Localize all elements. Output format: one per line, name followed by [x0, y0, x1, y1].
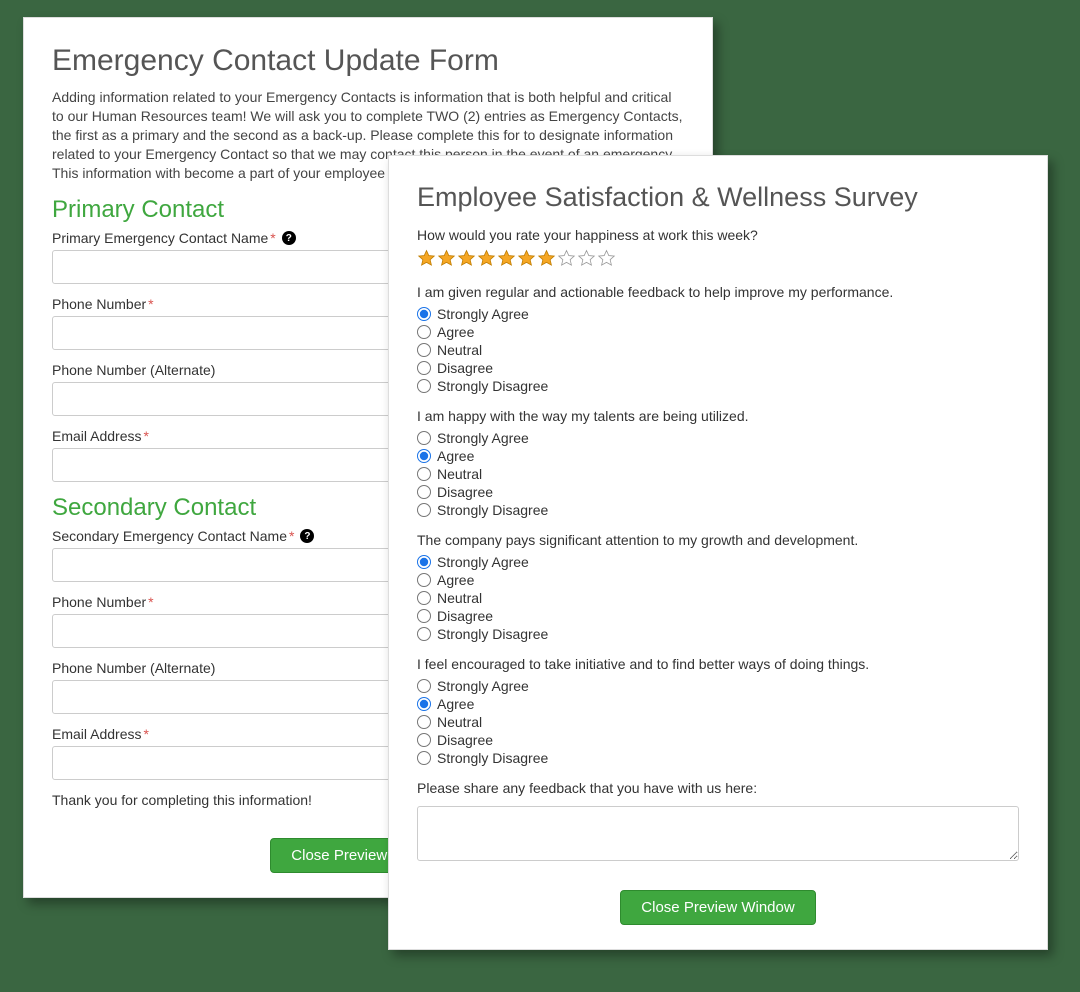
- option-label: Neutral: [437, 714, 482, 730]
- star-filled-icon[interactable]: [457, 249, 476, 268]
- option-label: Strongly Agree: [437, 430, 529, 446]
- likert-option[interactable]: Agree: [417, 572, 1019, 588]
- radio-input[interactable]: [417, 609, 431, 623]
- radio-input[interactable]: [417, 697, 431, 711]
- likert-option[interactable]: Disagree: [417, 608, 1019, 624]
- likert-option[interactable]: Strongly Agree: [417, 554, 1019, 570]
- option-label: Agree: [437, 448, 474, 464]
- likert-option[interactable]: Strongly Disagree: [417, 502, 1019, 518]
- star-filled-icon[interactable]: [497, 249, 516, 268]
- option-label: Strongly Agree: [437, 306, 529, 322]
- radio-input[interactable]: [417, 627, 431, 641]
- form-title: Emergency Contact Update Form: [52, 44, 684, 78]
- help-icon[interactable]: ?: [300, 529, 314, 543]
- radio-input[interactable]: [417, 591, 431, 605]
- survey-title: Employee Satisfaction & Wellness Survey: [417, 182, 1019, 213]
- option-label: Strongly Agree: [437, 554, 529, 570]
- likert-option[interactable]: Strongly Agree: [417, 430, 1019, 446]
- likert-question: The company pays significant attention t…: [417, 532, 1019, 642]
- likert-option[interactable]: Strongly Disagree: [417, 750, 1019, 766]
- likert-option[interactable]: Disagree: [417, 484, 1019, 500]
- radio-input[interactable]: [417, 679, 431, 693]
- option-label: Strongly Disagree: [437, 502, 548, 518]
- option-label: Strongly Disagree: [437, 750, 548, 766]
- radio-input[interactable]: [417, 485, 431, 499]
- option-label: Strongly Disagree: [437, 378, 548, 394]
- option-label: Neutral: [437, 342, 482, 358]
- star-filled-icon[interactable]: [417, 249, 436, 268]
- radio-input[interactable]: [417, 361, 431, 375]
- option-label: Agree: [437, 324, 474, 340]
- radio-input[interactable]: [417, 431, 431, 445]
- option-label: Disagree: [437, 732, 493, 748]
- likert-question: I am given regular and actionable feedba…: [417, 284, 1019, 394]
- radio-input[interactable]: [417, 503, 431, 517]
- option-label: Neutral: [437, 590, 482, 606]
- option-label: Neutral: [437, 466, 482, 482]
- likert-option[interactable]: Disagree: [417, 732, 1019, 748]
- question-text: I feel encouraged to take initiative and…: [417, 656, 1019, 672]
- likert-question: I am happy with the way my talents are b…: [417, 408, 1019, 518]
- option-label: Agree: [437, 696, 474, 712]
- radio-input[interactable]: [417, 307, 431, 321]
- likert-option[interactable]: Neutral: [417, 466, 1019, 482]
- radio-input[interactable]: [417, 467, 431, 481]
- radio-input[interactable]: [417, 379, 431, 393]
- likert-option[interactable]: Neutral: [417, 342, 1019, 358]
- likert-option[interactable]: Agree: [417, 448, 1019, 464]
- help-icon[interactable]: ?: [282, 231, 296, 245]
- radio-input[interactable]: [417, 573, 431, 587]
- star-filled-icon[interactable]: [477, 249, 496, 268]
- radio-input[interactable]: [417, 449, 431, 463]
- option-label: Strongly Disagree: [437, 626, 548, 642]
- star-rating[interactable]: [417, 249, 1019, 268]
- likert-option[interactable]: Disagree: [417, 360, 1019, 376]
- close-preview-button[interactable]: Close Preview Window: [620, 890, 815, 925]
- radio-input[interactable]: [417, 751, 431, 765]
- radio-input[interactable]: [417, 325, 431, 339]
- likert-option[interactable]: Agree: [417, 696, 1019, 712]
- likert-question: I feel encouraged to take initiative and…: [417, 656, 1019, 766]
- option-label: Strongly Agree: [437, 678, 529, 694]
- feedback-label: Please share any feedback that you have …: [417, 780, 1019, 796]
- star-filled-icon[interactable]: [437, 249, 456, 268]
- likert-option[interactable]: Strongly Agree: [417, 306, 1019, 322]
- likert-option[interactable]: Neutral: [417, 590, 1019, 606]
- feedback-textarea[interactable]: [417, 806, 1019, 861]
- likert-option[interactable]: Strongly Disagree: [417, 378, 1019, 394]
- question-text: The company pays significant attention t…: [417, 532, 1019, 548]
- option-label: Disagree: [437, 608, 493, 624]
- likert-option[interactable]: Neutral: [417, 714, 1019, 730]
- question-text: I am happy with the way my talents are b…: [417, 408, 1019, 424]
- radio-input[interactable]: [417, 343, 431, 357]
- radio-input[interactable]: [417, 733, 431, 747]
- option-label: Disagree: [437, 360, 493, 376]
- radio-input[interactable]: [417, 715, 431, 729]
- likert-option[interactable]: Strongly Agree: [417, 678, 1019, 694]
- star-empty-icon[interactable]: [557, 249, 576, 268]
- radio-input[interactable]: [417, 555, 431, 569]
- star-empty-icon[interactable]: [597, 249, 616, 268]
- star-filled-icon[interactable]: [517, 249, 536, 268]
- option-label: Disagree: [437, 484, 493, 500]
- survey-card: Employee Satisfaction & Wellness Survey …: [388, 155, 1048, 950]
- star-filled-icon[interactable]: [537, 249, 556, 268]
- likert-option[interactable]: Agree: [417, 324, 1019, 340]
- rating-question: How would you rate your happiness at wor…: [417, 227, 1019, 243]
- likert-option[interactable]: Strongly Disagree: [417, 626, 1019, 642]
- star-empty-icon[interactable]: [577, 249, 596, 268]
- option-label: Agree: [437, 572, 474, 588]
- question-text: I am given regular and actionable feedba…: [417, 284, 1019, 300]
